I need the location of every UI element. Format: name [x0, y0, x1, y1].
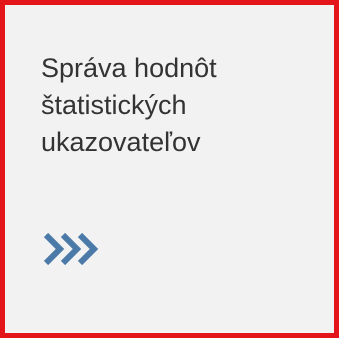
tile-title: Správa hodnôt štatistických ukazovateľov — [41, 53, 217, 157]
launchpad-tile[interactable]: Správa hodnôt štatistických ukazovateľov — [0, 0, 339, 338]
chevron-triple-right-icon — [43, 232, 99, 266]
